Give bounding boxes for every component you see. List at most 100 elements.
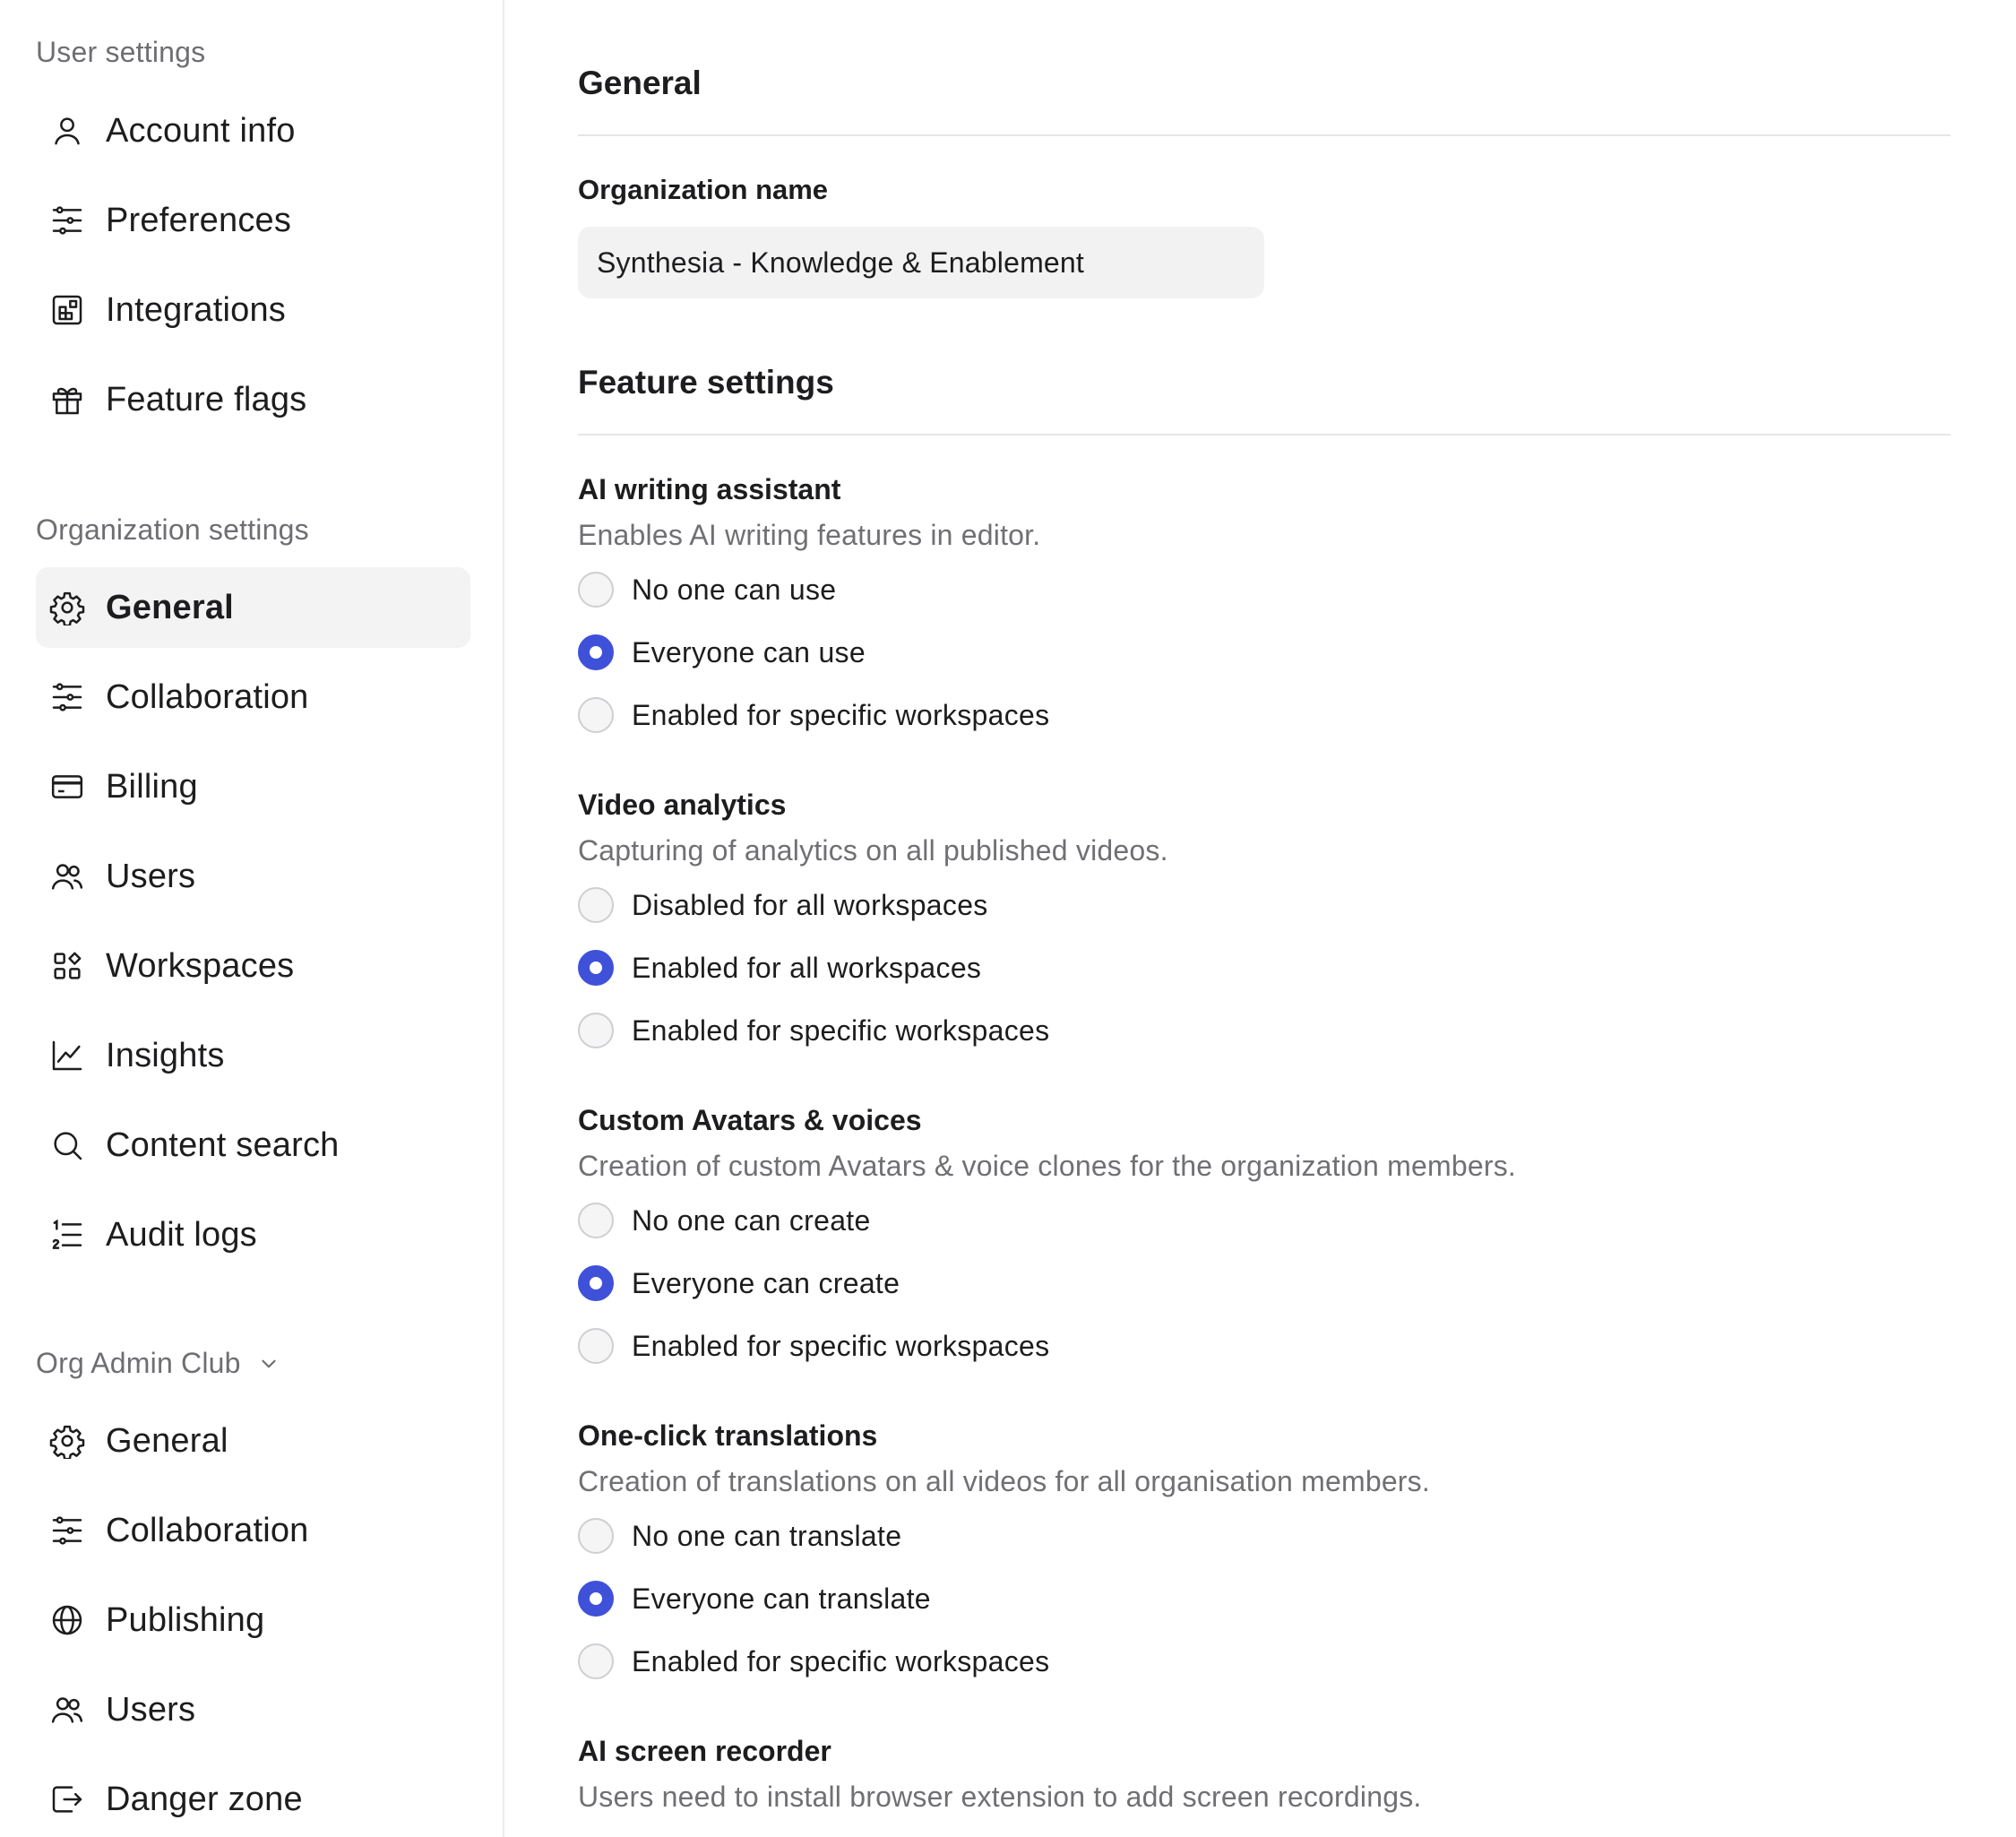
sidebar-item-label: Users [106,857,196,895]
sidebar-item-label: Insights [106,1036,225,1074]
radio-option-label: Everyone can translate [632,1582,931,1615]
globe-icon [48,1601,86,1639]
radio-button-selected[interactable] [578,950,614,986]
radio-option-label: Enabled for specific workspaces [632,1644,1050,1677]
sidebar-item-label: General [106,1421,228,1460]
radio-button-selected[interactable] [578,1265,614,1301]
radio-option-label: Everyone can create [632,1266,900,1299]
feature-ai-screen-recorder: AI screen recorder Users need to install… [578,1729,1951,1820]
feature-custom-avatars-voices: Custom Avatars & voices Creation of cust… [578,1098,1951,1377]
feature-ai-writing-assistant: AI writing assistant Enables AI writing … [578,467,1951,746]
organization-settings-heading: Organization settings [36,513,309,546]
radio-option[interactable]: Everyone can create [578,1252,1951,1315]
radio-option-label: No one can use [632,573,837,606]
org-admin-club-heading: Org Admin Club [36,1347,241,1379]
sidebar-item-preferences[interactable]: Preferences [36,180,470,261]
radio-option[interactable]: Enabled for all workspaces [578,936,1951,999]
radio-option[interactable]: No one can translate [578,1505,1951,1567]
feature-title: One-click translations [578,1419,878,1452]
feature-one-click-translations: One-click translations Creation of trans… [578,1413,1951,1693]
sidebar-item-club-collaboration[interactable]: Collaboration [36,1490,470,1571]
organization-name-label: Organization name [578,174,829,205]
feature-description: Capturing of analytics on all published … [578,834,1168,867]
sidebar-item-club-users[interactable]: Users [36,1669,470,1750]
radio-button[interactable] [578,887,614,923]
radio-button[interactable] [578,1013,614,1048]
title-divider [578,134,1951,136]
sidebar-item-users[interactable]: Users [36,836,470,917]
radio-button-selected[interactable] [578,1581,614,1617]
feature-description: Creation of translations on all videos f… [578,1465,1430,1497]
gear-icon [48,1422,86,1460]
feature-description: Users need to install browser extension … [578,1781,1422,1813]
sidebar-item-label: Users [106,1690,196,1729]
radio-option[interactable]: Enabled for specific workspaces [578,999,1951,1062]
radio-option-label: Disabled for all workspaces [632,888,988,921]
gear-icon [48,589,86,626]
radio-option[interactable]: No one can create [578,1189,1951,1252]
user-icon [48,112,86,150]
users-icon [48,858,86,895]
page-title: General [578,65,702,101]
sidebar-item-collaboration[interactable]: Collaboration [36,657,470,737]
radio-option-label: Enabled for all workspaces [632,951,982,984]
radio-button[interactable] [578,1518,614,1554]
radio-option-label: No one can create [632,1203,871,1237]
sidebar-item-label: Feature flags [106,380,307,418]
feature-settings-divider [578,434,1951,436]
feature-video-analytics: Video analytics Capturing of analytics o… [578,782,1951,1062]
sidebar-item-label: Collaboration [106,1511,309,1549]
sidebar-item-label: Workspaces [106,946,295,985]
sidebar-item-account-info[interactable]: Account info [36,91,470,171]
sidebar-item-club-danger-zone[interactable]: Danger zone [36,1759,470,1837]
radio-option[interactable]: Enabled for specific workspaces [578,1630,1951,1693]
radio-button[interactable] [578,1328,614,1364]
feature-settings-title: Feature settings [578,364,834,401]
sidebar-item-billing[interactable]: Billing [36,746,470,827]
sidebar-item-label: Collaboration [106,677,309,716]
radio-option-label: Enabled for specific workspaces [632,1013,1050,1047]
radio-option[interactable]: Everyone can use [578,621,1951,684]
radio-option[interactable]: Enabled for specific workspaces [578,684,1951,746]
users-icon [48,1691,86,1729]
gift-icon [48,381,86,418]
exit-icon [48,1781,86,1818]
sidebar-item-insights[interactable]: Insights [36,1015,470,1096]
sidebar-item-label: Preferences [106,201,292,239]
sidebar-item-club-publishing[interactable]: Publishing [36,1580,470,1660]
chart-icon [48,1037,86,1074]
radio-option-label: Everyone can use [632,635,866,668]
org-admin-club-toggle[interactable]: Org Admin Club [36,1347,280,1380]
feature-title: AI writing assistant [578,473,841,505]
sidebar-item-label: Publishing [106,1600,265,1639]
radio-button[interactable] [578,572,614,608]
radio-button[interactable] [578,1203,614,1238]
workspaces-icon [48,947,86,985]
search-icon [48,1126,86,1164]
sidebar: User settings Account info Preferences I… [0,0,504,1837]
organization-name-input[interactable] [578,227,1264,298]
sidebar-item-label: Danger zone [106,1780,303,1818]
sidebar-item-label: General [106,588,234,626]
radio-button[interactable] [578,1643,614,1679]
integrations-icon [48,291,86,329]
sidebar-item-integrations[interactable]: Integrations [36,270,470,350]
sidebar-item-general[interactable]: General [36,567,470,648]
radio-button[interactable] [578,697,614,733]
sidebar-item-workspaces[interactable]: Workspaces [36,926,470,1006]
settings-app: User settings Account info Preferences I… [0,0,2016,1837]
sidebar-item-club-general[interactable]: General [36,1401,470,1481]
sliders-icon [48,678,86,716]
sidebar-item-audit-logs[interactable]: Audit logs [36,1194,470,1275]
sidebar-item-content-search[interactable]: Content search [36,1105,470,1186]
sliders-icon [48,1512,86,1549]
radio-option[interactable]: Everyone can translate [578,1567,1951,1630]
radio-option[interactable]: Disabled for all workspaces [578,874,1951,936]
list-icon [48,1216,86,1254]
feature-title: Custom Avatars & voices [578,1104,922,1136]
radio-option[interactable]: Enabled for specific workspaces [578,1315,1951,1377]
radio-option[interactable]: No one can use [578,558,1951,621]
radio-button-selected[interactable] [578,634,614,670]
feature-title: AI screen recorder [578,1735,831,1767]
sidebar-item-feature-flags[interactable]: Feature flags [36,359,470,440]
